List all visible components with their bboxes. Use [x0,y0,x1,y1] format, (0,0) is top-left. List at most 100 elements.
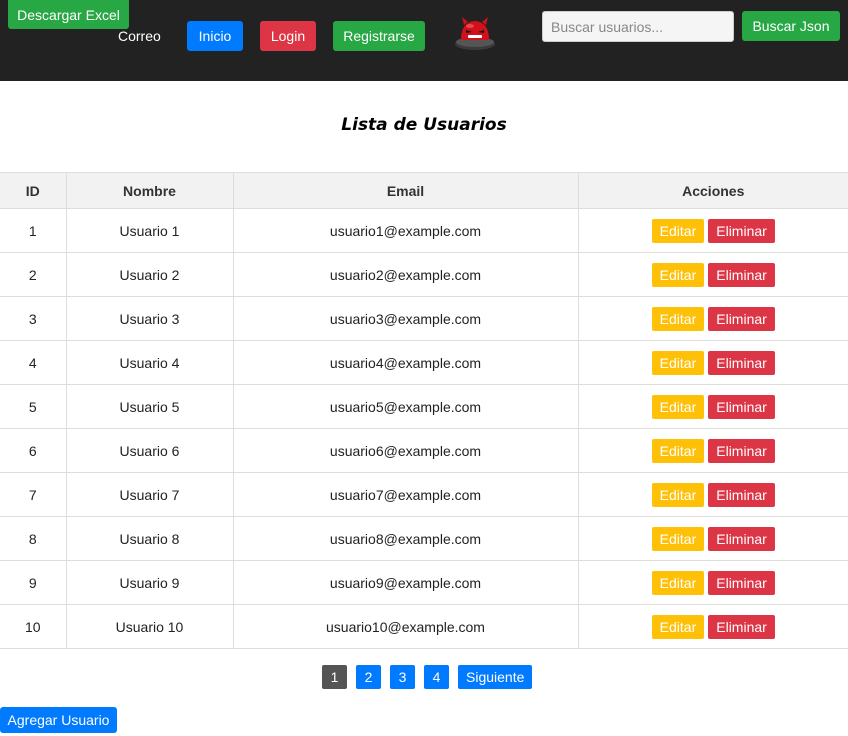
cell-email: usuario2@example.com [232,252,579,297]
page-3-button[interactable]: 3 [390,665,415,689]
cell-acciones: Editar Eliminar [577,472,848,517]
cell-nombre: Usuario 8 [65,516,234,561]
cell-acciones: Editar Eliminar [577,384,848,429]
row-actions: Editar Eliminar [579,297,848,340]
pagination: 1 2 3 4 Siguiente [322,665,533,689]
cell-nombre: Usuario 10 [65,604,234,649]
registrarse-button[interactable]: Registrarse [333,21,425,51]
cell-acciones: Editar Eliminar [577,252,848,297]
edit-button[interactable]: Editar [651,394,705,419]
delete-button[interactable]: Eliminar [708,482,775,507]
cell-email: usuario1@example.com [232,208,579,253]
cell-id: 9 [0,560,67,605]
table-row: 1 Usuario 1 usuario1@example.com Editar Elim… [0,208,848,253]
cell-id: 4 [0,340,67,385]
cell-email: usuario10@example.com [232,604,579,649]
cell-acciones: Editar Eliminar [577,296,848,341]
delete-button[interactable]: Eliminar [708,526,775,551]
cell-id: 1 [0,208,67,253]
delete-button[interactable]: Eliminar [708,438,775,463]
table-header-row: ID Nombre Email Acciones [0,172,848,209]
table-row: 3 Usuario 3 usuario3@example.com Editar Elim… [0,296,848,341]
edit-button[interactable]: Editar [651,570,705,595]
cell-nombre: Usuario 6 [65,428,234,473]
table-row: 6 Usuario 6 usuario6@example.com Editar Elim… [0,428,848,473]
row-actions: Editar Eliminar [579,605,848,648]
row-actions: Editar Eliminar [579,517,848,560]
search-json-button[interactable]: Buscar Json [742,11,840,41]
download-excel-button[interactable]: Descargar Excel [8,0,129,29]
page-title: Lista de Usuarios [341,115,507,135]
cell-nombre: Usuario 1 [65,208,234,253]
edit-button[interactable]: Editar [651,262,705,287]
table-row: 4 Usuario 4 usuario4@example.com Editar Elim… [0,340,848,385]
next-page-button[interactable]: Siguiente [458,665,533,689]
edit-button[interactable]: Editar [651,350,705,375]
search-users-input[interactable] [542,11,734,42]
top-navbar: Descargar Excel Correo Inicio Login Regi… [0,0,848,81]
header-id: ID [0,172,67,209]
delete-button[interactable]: Eliminar [708,614,775,639]
delete-button[interactable]: Eliminar [708,218,775,243]
table-row: 9 Usuario 9 usuario9@example.com Editar Elim… [0,560,848,605]
add-user-button[interactable]: Agregar Usuario [0,707,117,733]
page-4-button[interactable]: 4 [424,665,449,689]
header-email: Email [232,172,579,209]
cell-email: usuario7@example.com [232,472,579,517]
delete-button[interactable]: Eliminar [708,306,775,331]
table-row: 10 Usuario 10 usuario10@example.com Editar E… [0,604,848,649]
edit-button[interactable]: Editar [651,438,705,463]
edit-button[interactable]: Editar [651,482,705,507]
header-nombre: Nombre [65,172,234,209]
cell-acciones: Editar Eliminar [577,428,848,473]
edit-button[interactable]: Editar [651,218,705,243]
delete-button[interactable]: Eliminar [708,394,775,419]
cell-id: 5 [0,384,67,429]
cell-email: usuario9@example.com [232,560,579,605]
row-actions: Editar Eliminar [579,561,848,604]
row-actions: Editar Eliminar [579,341,848,384]
correo-link[interactable]: Correo [118,28,161,44]
header-acciones: Acciones [577,172,848,209]
table-row: 5 Usuario 5 usuario5@example.com Editar Elim… [0,384,848,429]
page-1-button[interactable]: 1 [322,665,347,689]
cell-id: 6 [0,428,67,473]
cell-nombre: Usuario 7 [65,472,234,517]
cell-id: 2 [0,252,67,297]
cell-email: usuario6@example.com [232,428,579,473]
table-row: 2 Usuario 2 usuario2@example.com Editar Elim… [0,252,848,297]
users-table: ID Nombre Email Acciones 1 Usuario 1 usuar… [0,172,848,649]
cell-id: 8 [0,516,67,561]
table-row: 7 Usuario 7 usuario7@example.com Editar Elim… [0,472,848,517]
cell-email: usuario3@example.com [232,296,579,341]
inicio-button[interactable]: Inicio [187,21,243,51]
cell-nombre: Usuario 4 [65,340,234,385]
cell-nombre: Usuario 2 [65,252,234,297]
row-actions: Editar Eliminar [579,429,848,472]
cell-acciones: Editar Eliminar [577,340,848,385]
cell-email: usuario8@example.com [232,516,579,561]
cell-nombre: Usuario 5 [65,384,234,429]
page-2-button[interactable]: 2 [356,665,381,689]
row-actions: Editar Eliminar [579,385,848,428]
cell-acciones: Editar Eliminar [577,604,848,649]
cell-acciones: Editar Eliminar [577,560,848,605]
edit-button[interactable]: Editar [651,306,705,331]
table-row: 8 Usuario 8 usuario8@example.com Editar Elim… [0,516,848,561]
edit-button[interactable]: Editar [651,614,705,639]
cell-acciones: Editar Eliminar [577,208,848,253]
cell-acciones: Editar Eliminar [577,516,848,561]
login-button[interactable]: Login [260,21,316,51]
cell-nombre: Usuario 9 [65,560,234,605]
row-actions: Editar Eliminar [579,253,848,296]
cell-email: usuario5@example.com [232,384,579,429]
edit-button[interactable]: Editar [651,526,705,551]
delete-button[interactable]: Eliminar [708,262,775,287]
cell-id: 10 [0,604,67,649]
delete-button[interactable]: Eliminar [708,350,775,375]
cell-email: usuario4@example.com [232,340,579,385]
cell-nombre: Usuario 3 [65,296,234,341]
red-devil-mascot-icon [452,13,498,53]
delete-button[interactable]: Eliminar [708,570,775,595]
cell-id: 7 [0,472,67,517]
